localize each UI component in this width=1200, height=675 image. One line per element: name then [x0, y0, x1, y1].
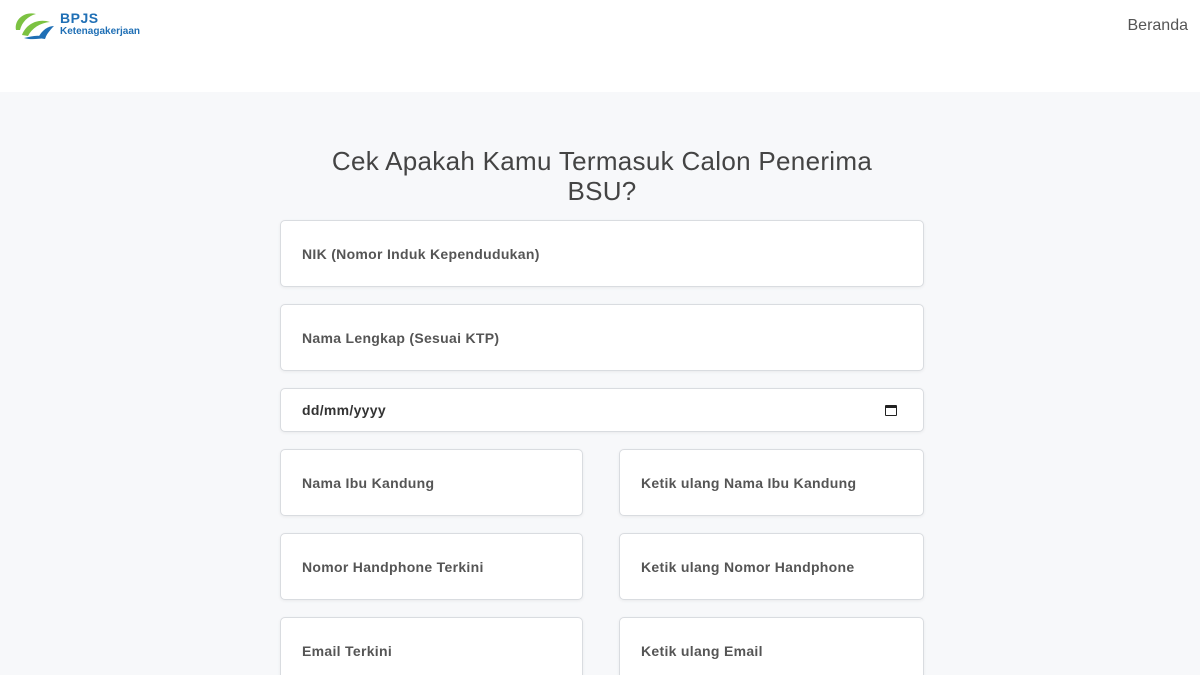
nik-input[interactable]: NIK (Nomor Induk Kependudukan) [280, 220, 924, 287]
form-title-line2: BSU? [567, 176, 637, 206]
email-confirm-input[interactable]: Ketik ulang Email [619, 617, 924, 675]
mother-name-confirm-placeholder: Ketik ulang Nama Ibu Kandung [641, 474, 857, 491]
phone-placeholder: Nomor Handphone Terkini [302, 558, 484, 575]
form-title-line1: Cek Apakah Kamu Termasuk Calon Penerima [331, 146, 873, 176]
phone-confirm-placeholder: Ketik ulang Nomor Handphone [641, 558, 855, 575]
email-confirm-placeholder: Ketik ulang Email [641, 642, 763, 659]
full-name-placeholder: Nama Lengkap (Sesuai KTP) [302, 329, 500, 346]
calendar-icon[interactable] [885, 405, 897, 416]
logo-brand-text: BPJS [60, 10, 99, 26]
email-input[interactable]: Email Terkini [280, 617, 583, 675]
mother-name-placeholder: Nama Ibu Kandung [302, 474, 435, 491]
logo-sub-text: Ketenagakerjaan [60, 26, 141, 37]
date-of-birth-input[interactable]: dd/mm/yyyy [280, 388, 924, 432]
top-navbar: BPJS Ketenagakerjaan Beranda [0, 0, 1200, 92]
mother-name-input[interactable]: Nama Ibu Kandung [280, 449, 583, 516]
nav-beranda-link[interactable]: Beranda [1128, 17, 1189, 35]
phone-confirm-input[interactable]: Ketik ulang Nomor Handphone [619, 533, 924, 600]
email-placeholder: Email Terkini [302, 642, 393, 659]
date-of-birth-placeholder: dd/mm/yyyy [302, 402, 386, 418]
mother-name-confirm-input[interactable]: Ketik ulang Nama Ibu Kandung [619, 449, 924, 516]
form-title: Cek Apakah Kamu Termasuk Calon Penerima … [280, 146, 924, 206]
full-name-input[interactable]: Nama Lengkap (Sesuai KTP) [280, 304, 924, 371]
bpjs-logo[interactable]: BPJS Ketenagakerjaan [12, 8, 140, 40]
bpjs-logo-icon [15, 13, 54, 40]
phone-input[interactable]: Nomor Handphone Terkini [280, 533, 583, 600]
nik-placeholder: NIK (Nomor Induk Kependudukan) [302, 245, 540, 262]
